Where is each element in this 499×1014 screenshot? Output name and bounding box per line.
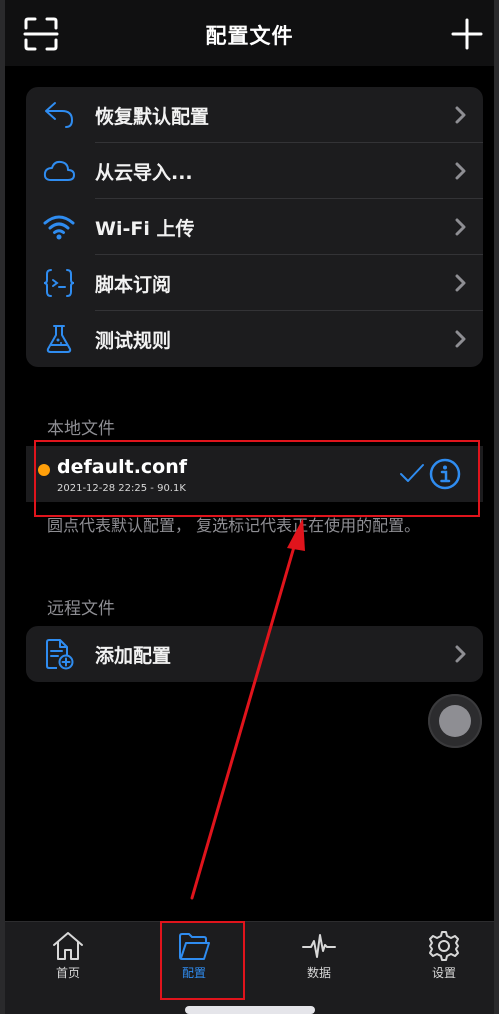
row-label: Wi-Fi 上传: [95, 218, 195, 240]
chevron-right-icon: [455, 330, 466, 348]
add-config-row[interactable]: 添加配置: [26, 626, 483, 682]
undo-arrow-icon: [45, 102, 73, 128]
script-subscription-row[interactable]: 脚本订阅: [26, 255, 483, 311]
add-document-icon: [46, 639, 74, 670]
local-files-header: 本地文件: [47, 419, 115, 439]
file-meta: 2021-12-28 22:25 - 90.1K: [57, 483, 186, 494]
local-files-footnote: 圆点代表默认配置， 复选标记代表正在使用的配置。: [47, 516, 421, 535]
script-braces-icon: [43, 269, 75, 297]
remote-files-list: 添加配置: [26, 626, 483, 682]
screen-edge-right: [494, 0, 499, 1014]
tab-home[interactable]: 首页: [28, 930, 108, 981]
cloud-icon: [43, 160, 75, 181]
chevron-right-icon: [455, 162, 466, 180]
chevron-right-icon: [455, 274, 466, 292]
info-icon[interactable]: [429, 458, 461, 490]
app-screen: 配置文件 恢复默认配置 从云导入... Wi-Fi 上传 脚本订阅 测试规则 本…: [5, 0, 494, 1014]
local-file-row[interactable]: default.conf 2021-12-28 22:25 - 90.1K: [26, 446, 483, 502]
page-title: 配置文件: [205, 24, 294, 48]
wifi-icon: [43, 215, 75, 240]
chevron-right-icon: [455, 645, 466, 663]
row-label: 脚本订阅: [95, 274, 172, 296]
actions-list: 恢复默认配置 从云导入... Wi-Fi 上传 脚本订阅 测试规则: [26, 87, 483, 367]
tab-config[interactable]: 配置: [154, 930, 234, 981]
home-icon: [53, 932, 83, 960]
tab-label: 设置: [431, 966, 456, 980]
row-label: 测试规则: [95, 330, 172, 352]
chevron-right-icon: [455, 218, 466, 236]
row-label: 从云导入...: [95, 162, 193, 184]
tab-label: 首页: [55, 966, 80, 980]
tab-bar: 首页 配置 数据 设置: [5, 921, 494, 1014]
home-indicator: [185, 1006, 315, 1014]
navigation-bar: 配置文件: [5, 0, 494, 66]
tab-label: 配置: [181, 966, 206, 980]
chevron-right-icon: [455, 106, 466, 124]
waveform-icon: [302, 934, 336, 958]
tab-label: 数据: [306, 966, 331, 980]
folder-icon: [179, 933, 210, 960]
wifi-upload-row[interactable]: Wi-Fi 上传: [26, 199, 483, 255]
row-label: 恢复默认配置: [95, 106, 210, 128]
default-indicator-dot: [38, 464, 50, 476]
tab-data[interactable]: 数据: [279, 930, 359, 981]
row-label: 添加配置: [95, 645, 172, 667]
restore-default-config-row[interactable]: 恢复默认配置: [26, 87, 483, 143]
test-rules-row[interactable]: 测试规则: [26, 311, 483, 367]
flask-icon: [46, 325, 72, 353]
import-from-cloud-row[interactable]: 从云导入...: [26, 143, 483, 199]
gear-icon: [429, 931, 459, 961]
checkmark-icon: [400, 464, 424, 482]
remote-files-header: 远程文件: [47, 599, 115, 619]
add-icon[interactable]: [447, 14, 487, 54]
tab-settings[interactable]: 设置: [404, 930, 484, 981]
assistive-touch-button[interactable]: [428, 694, 482, 748]
assistive-touch-inner: [439, 705, 471, 737]
file-name: default.conf: [57, 456, 188, 478]
